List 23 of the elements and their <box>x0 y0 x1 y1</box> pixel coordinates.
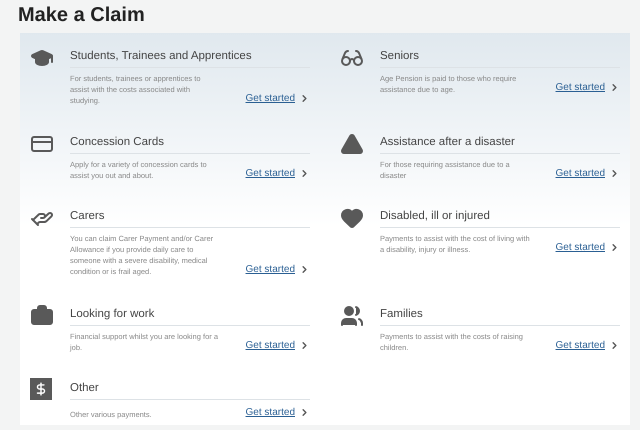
get-started-link[interactable]: Get started <box>556 166 620 182</box>
category-title: Carers <box>70 205 310 228</box>
get-started-link[interactable]: Get started <box>556 338 620 354</box>
briefcase-icon <box>30 304 54 328</box>
category-title: Assistance after a disaster <box>380 131 620 154</box>
category-title: Disabled, ill or injured <box>380 205 620 228</box>
get-started-link[interactable]: Get started <box>246 262 310 278</box>
get-started-link[interactable]: Get started <box>246 338 310 354</box>
category-title: Concession Cards <box>70 131 310 154</box>
category-title: Families <box>380 303 620 326</box>
category-title: Seniors <box>380 45 620 68</box>
category-title: Looking for work <box>70 303 310 326</box>
get-started-link[interactable]: Get started <box>556 240 620 256</box>
get-started-link[interactable]: Get started <box>556 80 620 96</box>
page-title: Make a Claim <box>17 3 146 28</box>
heart-icon <box>340 206 364 230</box>
family-icon <box>340 304 364 328</box>
get-started-link[interactable]: Get started <box>246 91 310 106</box>
get-started-link[interactable]: Get started <box>246 166 310 182</box>
category-title: Other <box>70 377 310 400</box>
dollar-icon <box>30 378 52 400</box>
category-title: Students, Trainees and Apprentices <box>70 45 310 68</box>
get-started-link[interactable]: Get started <box>246 405 310 420</box>
